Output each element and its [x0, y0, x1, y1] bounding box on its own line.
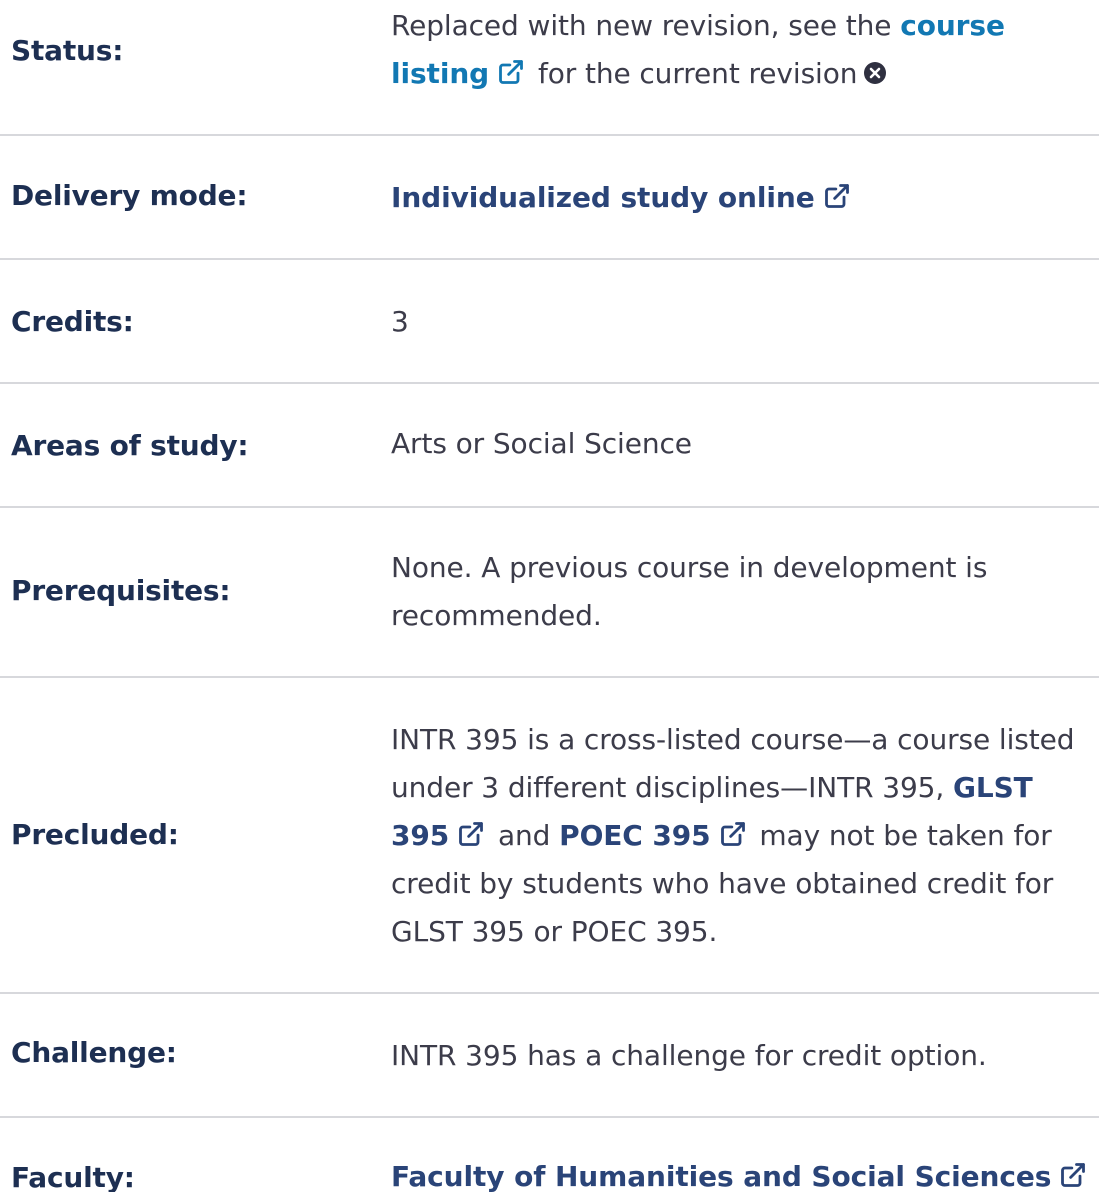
faculty-label: Faculty: [11, 1161, 135, 1192]
precluded-value: INTR 395 is a cross-listed course—a cour… [391, 716, 1099, 956]
faculty-value: Faculty of Humanities and Social Science… [391, 1153, 1099, 1192]
course-listing-link-cont[interactable]: listing [391, 57, 489, 90]
poec-395-link[interactable]: POEC 395 [559, 819, 711, 852]
areas-of-study-value: Arts or Social Science [391, 427, 692, 460]
delivery-mode-value: Individualized study online [391, 174, 1099, 222]
precluded-label: Precluded: [11, 818, 179, 851]
row-credits: Credits: 3 [0, 258, 1099, 383]
challenge-label: Challenge: [11, 1036, 177, 1069]
challenge-value: INTR 395 has a challenge for credit opti… [391, 1039, 987, 1072]
row-areas-of-study: Areas of study: Arts or Social Science [0, 382, 1099, 507]
external-link-icon[interactable] [823, 177, 851, 208]
row-status: Status: Replaced with new revision, see … [0, 0, 1099, 135]
delivery-mode-label: Delivery mode: [11, 179, 248, 212]
individualized-study-link[interactable]: Individualized study online [391, 181, 815, 214]
row-prerequisites: Prerequisites: None. A previous course i… [0, 506, 1099, 677]
precluded-line-2-text: under 3 different disciplines—INTR 395, [391, 771, 953, 804]
precluded-line-3-mid: and [497, 819, 560, 852]
precluded-line-1: INTR 395 is a cross-listed course—a cour… [391, 723, 1075, 756]
circle-x-icon [863, 52, 887, 84]
prerequisites-label: Prerequisites: [11, 574, 231, 607]
prerequisites-line-1: None. A previous course in development i… [391, 551, 988, 584]
status-label: Status: [11, 34, 124, 67]
external-link-icon[interactable] [719, 815, 747, 846]
external-link-icon[interactable] [457, 815, 485, 846]
prerequisites-line-2: recommended. [391, 599, 602, 632]
precluded-line-4: credit by students who have obtained cre… [391, 867, 1054, 900]
precluded-line-5: GLST 395 or POEC 395. [391, 915, 718, 948]
credits-label: Credits: [11, 305, 134, 338]
status-text-after: for the current revision [537, 57, 858, 90]
areas-of-study-label: Areas of study: [11, 429, 249, 462]
prerequisites-value: None. A previous course in development i… [391, 544, 1099, 640]
external-link-icon[interactable] [1059, 1156, 1087, 1187]
glst-395-link[interactable]: GLST [953, 771, 1033, 804]
status-text-before: Replaced with new revision, see the [391, 9, 901, 42]
status-value: Replaced with new revision, see the cour… [391, 2, 1099, 98]
external-link-icon[interactable] [497, 53, 525, 84]
row-delivery-mode: Delivery mode: Individualized study onli… [0, 134, 1099, 259]
course-listing-link[interactable]: course [900, 9, 1005, 42]
row-faculty: Faculty: Faculty of Humanities and Socia… [0, 1116, 1099, 1192]
precluded-line-3-end: may not be taken for [759, 819, 1052, 852]
row-challenge: Challenge: INTR 395 has a challenge for … [0, 992, 1099, 1117]
faculty-link[interactable]: Faculty of Humanities and Social Science… [391, 1160, 1051, 1192]
glst-395-link-cont[interactable]: 395 [391, 819, 449, 852]
credits-value: 3 [391, 305, 409, 338]
row-precluded: Precluded: INTR 395 is a cross-listed co… [0, 676, 1099, 993]
